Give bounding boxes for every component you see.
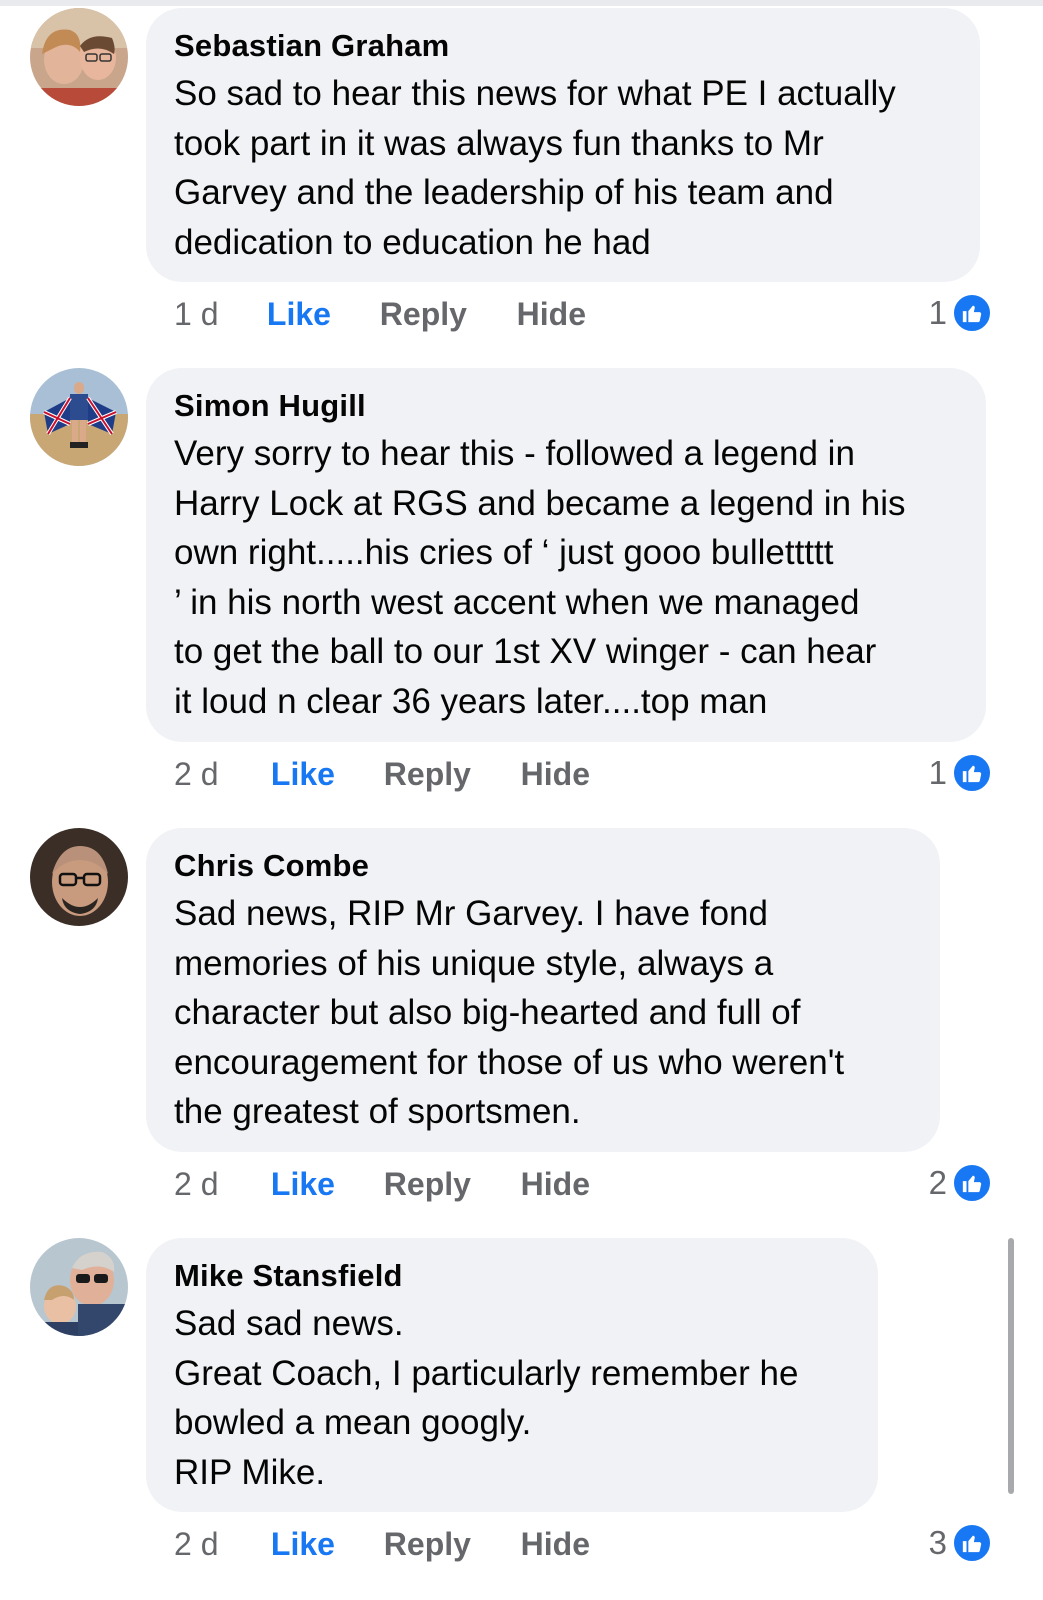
hide-button[interactable]: Hide [521,1164,590,1204]
comment-bubble: Mike Stansfield Sad sad news. Great Coac… [146,1238,878,1512]
reply-button[interactable]: Reply [384,1164,512,1204]
reaction-count: 1 [928,754,947,791]
comment-actions: 1 d Like Reply Hide [174,294,586,334]
thumbs-up-icon [951,1162,993,1204]
thumbs-up-icon [951,1522,993,1564]
comment-actions: 2 d Like Reply Hide [174,754,590,794]
comment-author[interactable]: Mike Stansfield [174,1256,850,1296]
avatar[interactable] [30,368,128,466]
comment-author[interactable]: Chris Combe [174,846,912,886]
comment-actions: 2 d Like Reply Hide [174,1164,590,1204]
comment-actions: 2 d Like Reply Hide [174,1524,590,1564]
thumbs-up-icon [951,752,993,794]
avatar[interactable] [30,828,128,926]
reply-button[interactable]: Reply [384,754,512,794]
comment-timestamp[interactable]: 2 d [174,1524,262,1564]
thumbs-up-icon [951,292,993,334]
avatar[interactable] [30,8,128,106]
comment-text: So sad to hear this news for what PE I a… [174,74,896,262]
hide-button[interactable]: Hide [521,754,590,794]
scrollbar[interactable] [1008,1238,1014,1494]
comment-author[interactable]: Sebastian Graham [174,26,952,66]
comment-bubble: Chris Combe Sad news, RIP Mr Garvey. I h… [146,828,940,1152]
reaction-summary[interactable]: 1 [929,752,993,794]
like-button[interactable]: Like [271,754,375,794]
comment-timestamp[interactable]: 2 d [174,754,262,794]
comment-text: Sad news, RIP Mr Garvey. I have fond mem… [174,894,845,1131]
comment-timestamp[interactable]: 1 d [174,294,258,334]
reply-button[interactable]: Reply [384,1524,512,1564]
comment-author[interactable]: Simon Hugill [174,386,958,426]
reaction-count: 2 [928,1164,947,1201]
hide-button[interactable]: Hide [517,294,586,334]
reaction-summary[interactable]: 2 [929,1162,993,1204]
like-button[interactable]: Like [267,294,371,334]
comment-bubble: Sebastian Graham So sad to hear this new… [146,8,980,282]
top-divider [0,0,1043,6]
comment-timestamp[interactable]: 2 d [174,1164,262,1204]
comment-bubble: Simon Hugill Very sorry to hear this - f… [146,368,986,742]
reaction-count: 3 [928,1524,947,1561]
reaction-count: 1 [928,294,947,331]
comment-text: Very sorry to hear this - followed a leg… [174,434,906,721]
reaction-summary[interactable]: 1 [929,292,993,334]
reply-button[interactable]: Reply [380,294,508,334]
comment-text: Sad sad news. Great Coach, I particularl… [174,1304,799,1492]
like-button[interactable]: Like [271,1524,375,1564]
avatar[interactable] [30,1238,128,1336]
like-button[interactable]: Like [271,1164,375,1204]
hide-button[interactable]: Hide [521,1524,590,1564]
reaction-summary[interactable]: 3 [929,1522,993,1564]
